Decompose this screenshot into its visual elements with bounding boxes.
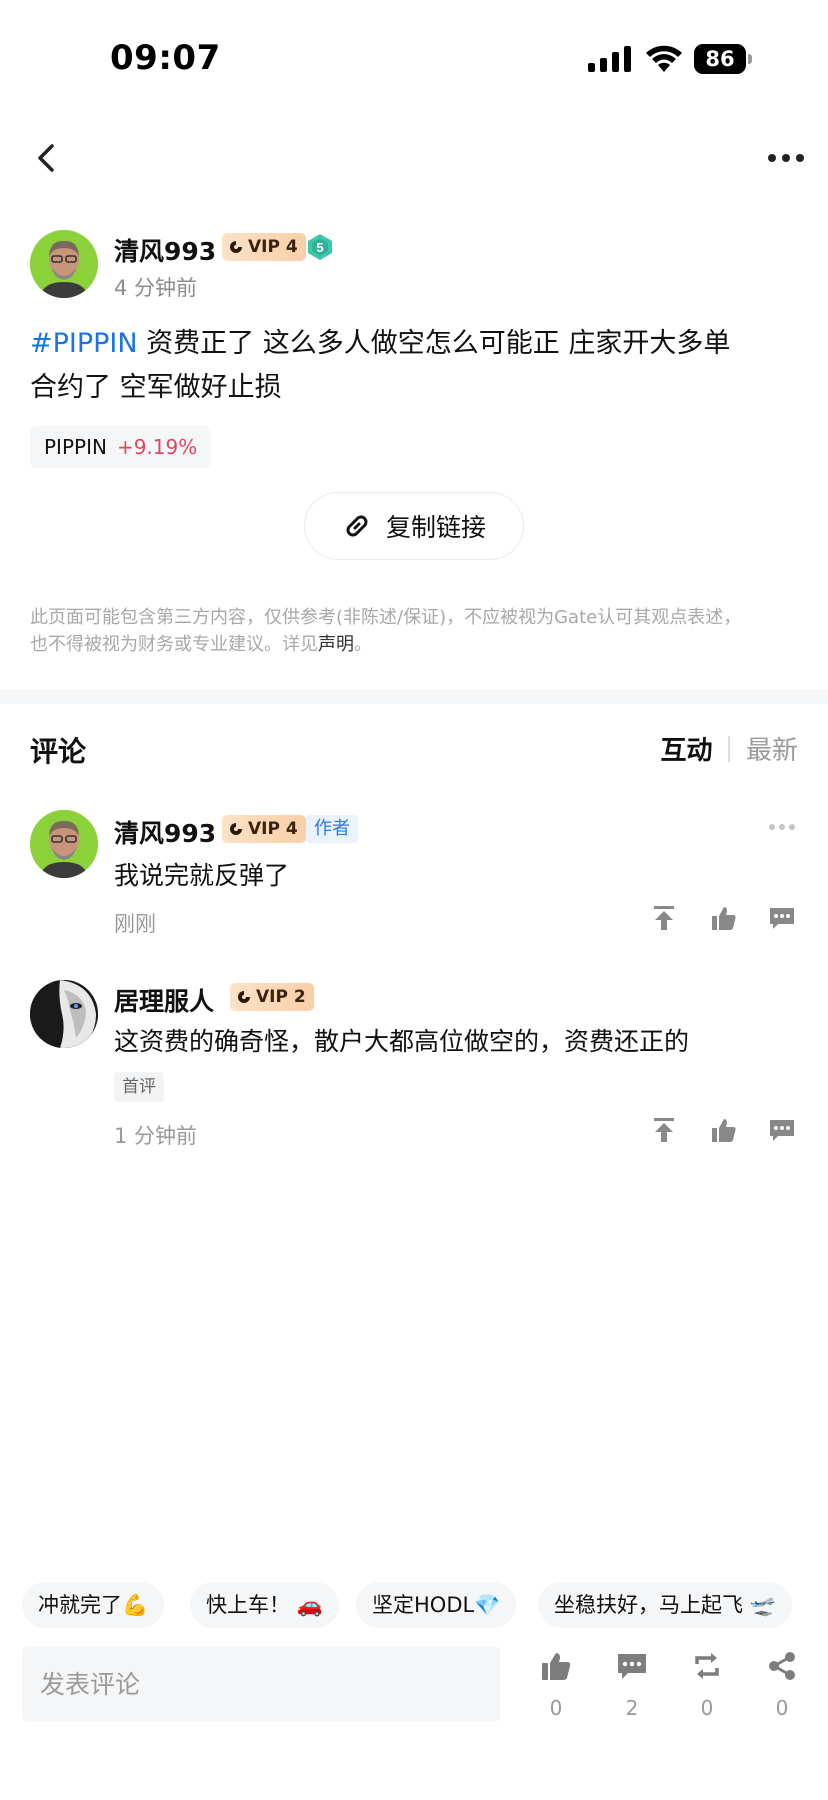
comment-avatar[interactable]	[30, 980, 98, 1048]
disclaimer: 此页面可能包含第三方内容，仅供参考(非陈述/保证)，不应被视为Gate认可其观点…	[30, 604, 800, 658]
comment-icon	[618, 1654, 646, 1679]
copy-link-label: 复制链接	[385, 513, 486, 542]
post-body: #PIPPIN 资费正了 这么多人做空怎么可能正 庄家开大多单 合约了 空军做好…	[30, 322, 800, 410]
post-text-line1: 资费正了 这么多人做空怎么可能正 庄家开大多单	[137, 328, 731, 359]
section-divider	[0, 690, 828, 704]
like-action[interactable]: 0	[531, 1650, 581, 1730]
first-comment-tag: 首评	[114, 1072, 164, 1102]
vip-ring-icon	[230, 241, 242, 253]
battery-indicator: 86	[694, 44, 752, 74]
author-tag: 作者	[306, 815, 358, 843]
disclaimer-link[interactable]: 声明	[318, 634, 354, 655]
more-options-icon[interactable]	[766, 150, 806, 166]
comment-author[interactable]: 居理服人	[114, 982, 214, 1018]
back-icon[interactable]	[30, 138, 62, 178]
tab-divider	[728, 735, 730, 762]
quick-reply-chip[interactable]: 坚定HODL💎	[356, 1582, 517, 1628]
comment-count: 2	[625, 1696, 639, 1720]
comment-avatar[interactable]	[30, 810, 98, 878]
vip-ring-icon	[230, 823, 242, 835]
comment-text: 我说完就反弹了	[114, 861, 290, 890]
comments-title: 评论	[30, 735, 87, 768]
comment-action[interactable]: 2	[607, 1650, 657, 1730]
vip-label: VIP 4	[248, 237, 298, 257]
vip-badge: VIP 4	[222, 233, 306, 261]
post-text-line2: 合约了 空军做好止损	[30, 372, 282, 403]
tab-latest[interactable]: 最新	[746, 730, 798, 767]
vip-label: VIP 4	[248, 819, 298, 839]
disclaimer-line2: 也不得被视为财务或专业建议。详见	[30, 634, 318, 655]
comment-time: 1 分钟前	[114, 1124, 198, 1148]
quick-replies: 冲就完了💪 快上车！ 🚗 坚定HODL💎 坐稳扶好，马上起飞 🛫	[22, 1582, 828, 1628]
pin-top-icon[interactable]	[650, 904, 678, 932]
comment-more-icon[interactable]	[768, 822, 796, 832]
vip-ring-icon	[238, 991, 250, 1003]
reply-icon[interactable]	[768, 1116, 796, 1144]
comment-vip-badge: VIP 4	[222, 815, 306, 843]
share-action[interactable]: 0	[757, 1650, 807, 1730]
pin-top-icon[interactable]	[650, 1116, 678, 1144]
repost-icon	[695, 1653, 719, 1679]
like-icon[interactable]	[710, 904, 738, 932]
repost-count: 0	[700, 1696, 714, 1720]
author-name[interactable]: 清风993	[114, 232, 216, 268]
tab-interactive[interactable]: 互动	[660, 730, 712, 767]
comment-text: 这资费的确奇怪，散户大都高位做空的，资费还正的	[114, 1027, 690, 1056]
level-number: 5	[316, 240, 323, 255]
link-icon	[346, 515, 368, 537]
battery-level: 86	[705, 47, 735, 71]
ticker-change: +9.19%	[116, 435, 198, 459]
comment-vip-badge: VIP 2	[230, 983, 314, 1011]
like-icon[interactable]	[710, 1116, 738, 1144]
share-icon	[769, 1652, 795, 1680]
reply-icon[interactable]	[768, 904, 796, 932]
comment-time: 刚刚	[114, 912, 156, 936]
disclaimer-suffix: 。	[354, 634, 372, 655]
wifi-icon	[646, 45, 682, 72]
quick-reply-chip[interactable]: 冲就完了💪	[22, 1582, 165, 1628]
thumbs-up-icon	[542, 1653, 571, 1680]
vip-label: VIP 2	[256, 987, 306, 1007]
status-bar: 09:07 86	[0, 0, 828, 110]
level-badge: 5	[308, 234, 332, 260]
ticker-name: PIPPIN	[44, 435, 107, 459]
status-time: 09:07	[110, 38, 221, 78]
share-count: 0	[775, 1696, 789, 1720]
comment-author[interactable]: 清风993	[114, 814, 216, 850]
author-avatar[interactable]	[30, 230, 98, 298]
comment-input[interactable]	[22, 1646, 500, 1722]
ticker-chip[interactable]: PIPPIN +9.19%	[30, 426, 212, 468]
repost-action[interactable]: 0	[682, 1650, 732, 1730]
disclaimer-line1: 此页面可能包含第三方内容，仅供参考(非陈述/保证)，不应被视为Gate认可其观点…	[30, 607, 742, 628]
comment-sort-tabs: 互动 最新	[660, 730, 798, 767]
like-count: 0	[549, 1696, 563, 1720]
copy-link-button[interactable]: 复制链接	[304, 492, 524, 560]
hashtag-link[interactable]: #PIPPIN	[30, 328, 138, 359]
quick-reply-chip[interactable]: 快上车！ 🚗	[190, 1582, 339, 1628]
quick-reply-chip[interactable]: 坐稳扶好，马上起飞 🛫	[538, 1582, 792, 1628]
post-time: 4 分钟前	[114, 276, 198, 300]
signal-icon	[588, 46, 631, 72]
